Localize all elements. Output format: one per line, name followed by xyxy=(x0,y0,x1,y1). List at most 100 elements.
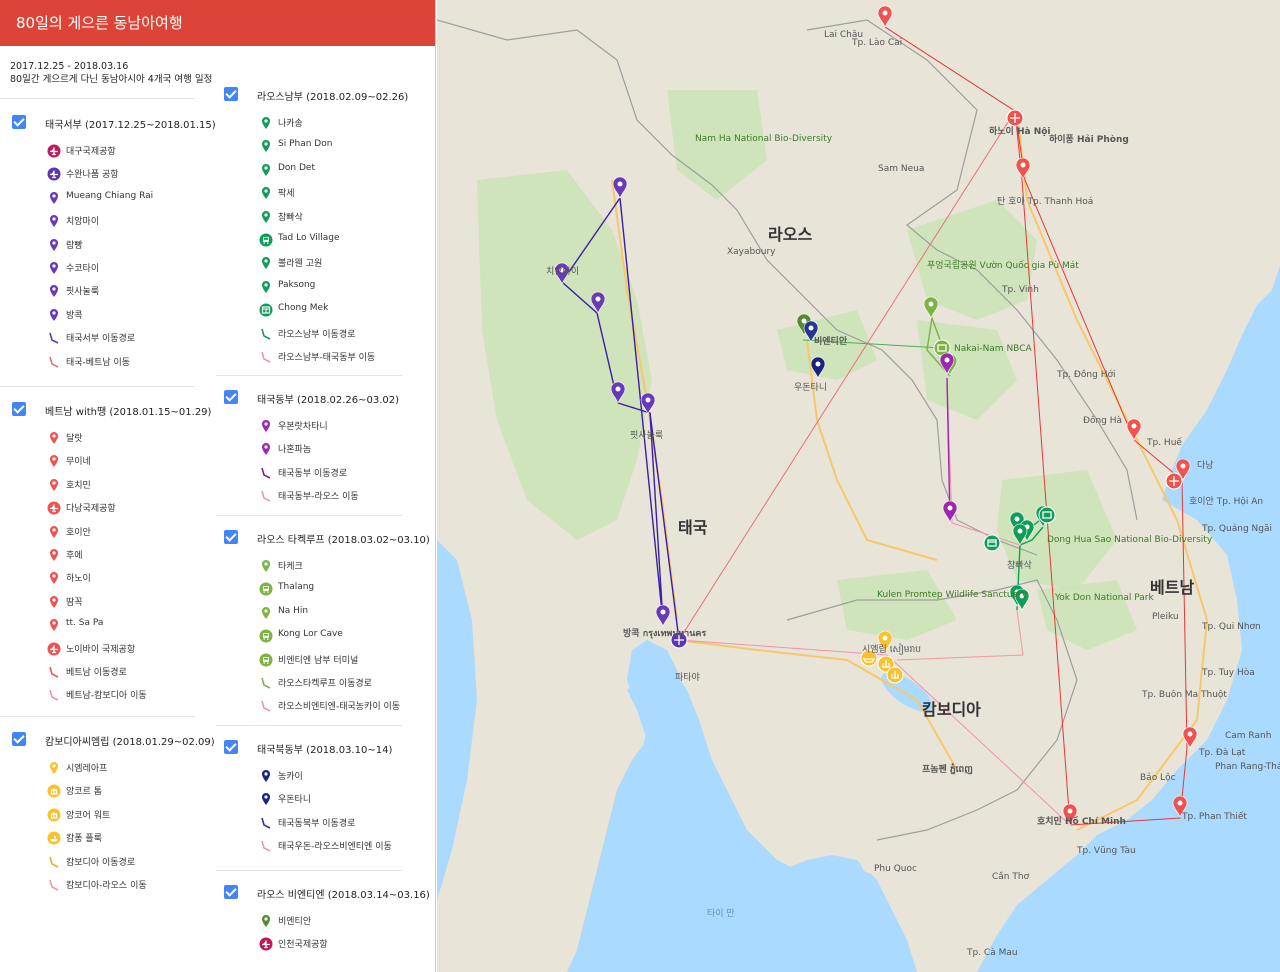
layer-item[interactable]: 팍세 xyxy=(257,183,435,206)
layer-checkbox[interactable] xyxy=(224,390,238,404)
layer-item[interactable]: tt. Sa Pa xyxy=(45,615,245,638)
pin-icon xyxy=(259,791,273,806)
map-title: 80일의 게으른 동남아여행 xyxy=(16,14,183,32)
pin-icon xyxy=(259,185,273,200)
layer-item[interactable]: Na Hin xyxy=(257,603,435,626)
map-airport-marker[interactable] xyxy=(1165,472,1183,490)
layer-item-label: 하노이 xyxy=(66,574,91,585)
layer-item[interactable]: 타케크 xyxy=(257,556,435,579)
layer-item-label: 람빵 xyxy=(66,240,83,251)
layer-item[interactable]: 무이네 xyxy=(45,451,245,474)
layer-title: 라오스 비엔티엔 (2018.03.14~03.16) xyxy=(257,890,430,901)
temple-icon xyxy=(47,807,61,822)
layer-checkbox[interactable] xyxy=(224,740,238,754)
layer-checkbox[interactable] xyxy=(12,402,26,416)
layer-item[interactable]: 우본랏차타니 xyxy=(257,416,435,439)
layer-item[interactable]: 호치민 xyxy=(45,475,245,498)
layer-checkbox[interactable] xyxy=(12,732,26,746)
layer-item[interactable]: Don Det xyxy=(257,160,435,183)
layer-item[interactable]: 대구국제공항 xyxy=(45,141,245,164)
city-label-samneua: Sam Neua xyxy=(878,164,925,174)
layer-item[interactable]: 하노이 xyxy=(45,568,245,591)
layer-item[interactable]: 베트남-캄보디아 이동 xyxy=(45,685,245,708)
map-border-marker[interactable] xyxy=(983,534,1001,552)
layer-item-label: 캄퐁 플룩 xyxy=(66,834,102,845)
layer-header[interactable]: 베트남 with땡 (2018.01.15~01.29) xyxy=(12,400,222,422)
layer-item[interactable]: 우돈타니 xyxy=(257,789,435,812)
layer-item[interactable]: 태국동부 이동경로 xyxy=(257,463,435,486)
layer-checkbox[interactable] xyxy=(224,530,238,544)
layer-item[interactable]: Tad Lo Village xyxy=(257,230,435,253)
layer-item-label: 나혼파놈 xyxy=(278,445,312,456)
layer-item[interactable]: Paksong xyxy=(257,277,435,300)
layer-item[interactable]: 방콕 xyxy=(45,305,245,328)
layer-item[interactable]: 앙코르 톰 xyxy=(45,781,245,804)
layer-item[interactable]: 치앙마이 xyxy=(45,211,245,234)
layer-checkbox[interactable] xyxy=(12,115,26,129)
layer-item-label: Thalang xyxy=(278,582,315,593)
map-temple-marker[interactable] xyxy=(886,666,904,684)
layer-item[interactable]: 나카송 xyxy=(257,113,435,136)
layer-item[interactable]: 비엔티안 xyxy=(257,911,435,934)
layer-checkbox[interactable] xyxy=(224,87,238,101)
layer-item[interactable]: Si Phan Don xyxy=(257,136,435,159)
layer-item[interactable]: Chong Mek xyxy=(257,300,435,323)
route-icon xyxy=(47,877,61,891)
layer-item[interactable]: 앙코어 워트 xyxy=(45,805,245,828)
layer-item[interactable]: 태국동북부 이동경로 xyxy=(257,813,435,836)
layer-header[interactable]: 라오스 타켁루프 (2018.03.02~03.10) xyxy=(224,528,434,550)
layer-item[interactable]: 캄퐁 플룩 xyxy=(45,828,245,851)
layer-item[interactable]: 라오스남부 이동경로 xyxy=(257,324,435,347)
layer-item[interactable]: Kong Lor Cave xyxy=(257,626,435,649)
layer-item[interactable]: 태국서부 이동경로 xyxy=(45,328,245,351)
layer-item[interactable]: 참빠삭 xyxy=(257,207,435,230)
layer-item[interactable]: 태국우돈-라오스비엔티엔 이동 xyxy=(257,836,435,859)
layer-item[interactable]: 땀꼭 xyxy=(45,592,245,615)
layer-item[interactable]: 태국-베트남 이동 xyxy=(45,352,245,375)
layer-item[interactable]: 라오스비엔티엔-태국농카이 이동 xyxy=(257,696,435,719)
layer-title: 라오스남부 (2018.02.09~02.26) xyxy=(257,92,409,103)
layer-item[interactable]: 라오스타켁루프 이동경로 xyxy=(257,673,435,696)
city-label-phnompenh: 프놈펜 ភ្នំពេញ xyxy=(922,765,973,775)
layer-item-label: 태국우돈-라오스비엔티엔 이동 xyxy=(278,842,392,853)
layer-header[interactable]: 라오스남부 (2018.02.09~02.26) xyxy=(224,85,434,107)
pin-icon xyxy=(259,209,273,223)
layer-item[interactable]: Mueang Chiang Rai xyxy=(45,188,245,211)
layer-item[interactable]: 볼라웬 고원 xyxy=(257,253,435,276)
layer-item[interactable]: 람빵 xyxy=(45,235,245,258)
layer-item[interactable]: 캄보디아 이동경로 xyxy=(45,852,245,875)
layer-item[interactable]: 노이바이 국제공항 xyxy=(45,639,245,662)
layer-item[interactable]: 수완나품 공항 xyxy=(45,164,245,187)
layer-item[interactable]: 인천국제공항 xyxy=(257,934,435,957)
layer-item[interactable]: 태국동부-라오스 이동 xyxy=(257,486,435,509)
layer-item[interactable]: Thalang xyxy=(257,579,435,602)
layer-item-label: 나카송 xyxy=(278,119,303,129)
layer-item[interactable]: 핏사눌룩 xyxy=(45,281,245,304)
layer-item[interactable]: 후에 xyxy=(45,545,245,568)
layer-item[interactable]: 캄보디아-라오스 이동 xyxy=(45,875,245,898)
airport-icon xyxy=(47,641,61,656)
layer-item[interactable]: 비엔티엔 남부 터미널 xyxy=(257,650,435,673)
layer-item[interactable]: 수코타이 xyxy=(45,258,245,281)
city-label-hoian: 호이안 Tp. Hội An xyxy=(1189,497,1264,507)
layer-item[interactable]: 농카이 xyxy=(257,766,435,789)
pin-icon xyxy=(259,138,273,153)
layer-header[interactable]: 라오스 비엔티엔 (2018.03.14~03.16) xyxy=(224,883,434,905)
layer-item[interactable]: 달랏 xyxy=(45,428,245,451)
layer-item[interactable]: 다낭국제공항 xyxy=(45,498,245,521)
layer-header[interactable]: 태국북동부 (2018.03.10~14) xyxy=(224,738,434,760)
layer-header[interactable]: 태국동부 (2018.02.26~03.02) xyxy=(224,388,434,410)
layer-header[interactable]: 캄보디아씨엠립 (2018.01.29~02.09) xyxy=(12,730,222,752)
layer-item[interactable]: 호이안 xyxy=(45,522,245,545)
layer-item-label: 태국동부 이동경로 xyxy=(278,468,348,479)
layer-item[interactable]: 베트남 이동경로 xyxy=(45,662,245,685)
layer-header[interactable]: 태국서부 (2017.12.25~2018.01.15) xyxy=(12,113,222,135)
pin-icon xyxy=(259,768,273,782)
layer-item[interactable]: 라오스남부-태국동부 이동 xyxy=(257,347,435,370)
layer-checkbox[interactable] xyxy=(224,885,238,899)
park-label-pumat: 푸엉국립공원 Vườn Quốc gia Pù Mát xyxy=(927,261,1079,271)
map-bus-marker[interactable] xyxy=(1038,506,1056,524)
layer-item[interactable]: 시엠레아프 xyxy=(45,758,245,781)
map-canvas[interactable]: 라오스 태국 캄보디아 베트남 하이퐁 Hải Phòng Tp. Lào Ca… xyxy=(437,0,1280,972)
layer-item[interactable]: 나혼파놈 xyxy=(257,439,435,462)
